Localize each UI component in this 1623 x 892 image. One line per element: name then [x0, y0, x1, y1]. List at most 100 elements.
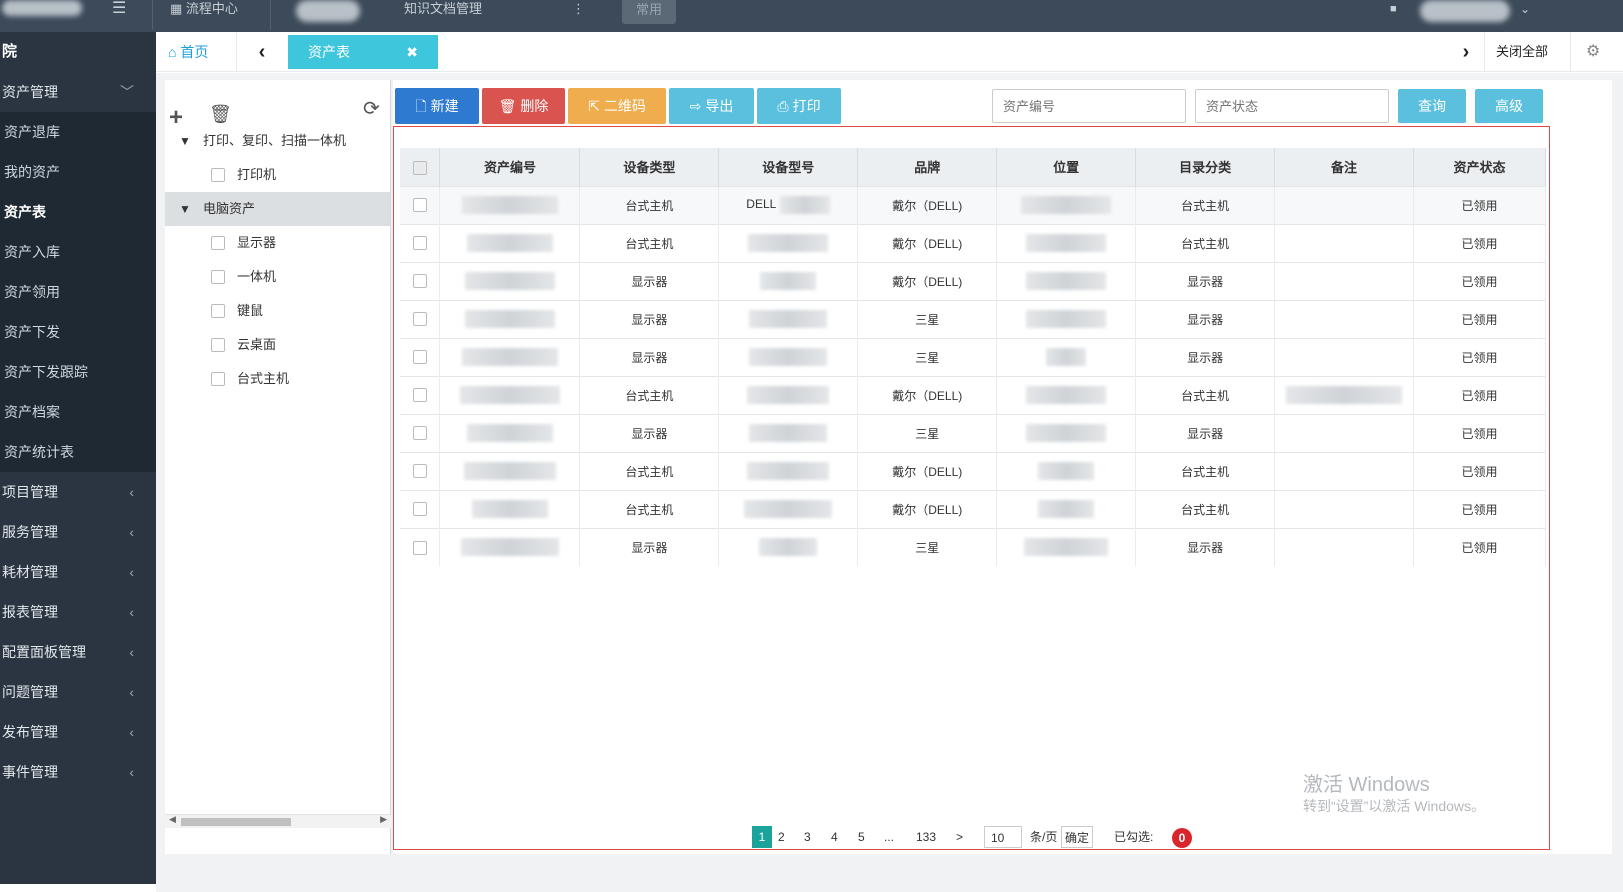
tree-node-selected[interactable]: ▼ 电脑资产 [165, 192, 390, 226]
row-checkbox[interactable] [412, 464, 427, 479]
new-button[interactable]: 🗋 新建 [395, 88, 479, 124]
tree-leaf[interactable]: 打印机 [165, 158, 390, 192]
query-button[interactable]: 查询 [1398, 89, 1466, 123]
sidebar-item[interactable]: 我的资产 [0, 152, 156, 192]
qrcode-button[interactable]: ⇱ 二维码 [568, 88, 666, 124]
row-checkbox[interactable] [412, 198, 427, 213]
column-header[interactable]: 目录分类 [1135, 148, 1276, 186]
sidebar-group[interactable]: 事件管理 ‹ [0, 752, 156, 792]
column-header[interactable]: 设备型号 [718, 148, 859, 186]
tree-leaf[interactable]: 云桌面 [165, 328, 390, 362]
row-checkbox[interactable] [412, 502, 427, 517]
scrollbar-thumb[interactable] [181, 818, 291, 826]
column-header[interactable]: 资产编号 [439, 148, 581, 186]
sidebar-item[interactable]: 资产入库 [0, 232, 156, 272]
page-button[interactable]: 4 [831, 826, 838, 848]
sidebar-group[interactable]: 发布管理 ‹ [0, 712, 156, 752]
nav-common[interactable]: 常用 [622, 0, 676, 24]
table-row[interactable]: 台式主机 DELL 戴尔（DELL) 台式主机 已领用 [400, 185, 1546, 224]
sidebar-group[interactable]: 耗材管理 ‹ [0, 552, 156, 592]
page-button[interactable]: 3 [804, 826, 811, 848]
chevron-down-icon[interactable]: ⌄ [1520, 0, 1530, 24]
table-row[interactable]: 显示器 三星 显示器 已领用 [400, 337, 1546, 376]
tree-leaf[interactable]: 一体机 [165, 260, 390, 294]
page-button[interactable]: 5 [858, 826, 865, 848]
sidebar-item-active[interactable]: 资产表 [0, 192, 156, 232]
column-header[interactable]: 资产状态 [1413, 148, 1546, 186]
asset-code-search-input[interactable] [992, 89, 1186, 123]
next-page-button[interactable]: > [956, 826, 963, 848]
horizontal-scrollbar[interactable]: ◀ ▶ [165, 814, 391, 828]
table-row[interactable]: 显示器 戴尔（DELL) 显示器 已领用 [400, 261, 1546, 300]
sidebar-item[interactable]: 资产退库 [0, 112, 156, 152]
tree-checkbox[interactable] [211, 338, 225, 352]
sidebar-group-assets[interactable]: 资产管理 ﹀ [0, 72, 156, 112]
sidebar-group[interactable]: 服务管理 ‹ [0, 512, 156, 552]
nav-knowledge-docs[interactable]: 知识文档管理 [404, 0, 482, 24]
table-row[interactable]: 显示器 三星 显示器 已领用 [400, 527, 1546, 566]
sidebar-group[interactable]: 问题管理 ‹ [0, 672, 156, 712]
menu-toggle-icon[interactable]: ☰ [112, 0, 126, 24]
tree-checkbox[interactable] [211, 236, 225, 250]
scroll-right-icon[interactable]: ▶ [380, 814, 387, 825]
close-all-tabs-button[interactable]: 关闭全部 [1496, 32, 1548, 72]
page-button-current[interactable]: 1 [752, 826, 772, 848]
column-header[interactable]: 设备类型 [579, 148, 720, 186]
page-confirm-button[interactable]: 确定 [1061, 826, 1093, 848]
tree-checkbox[interactable] [211, 304, 225, 318]
tree-checkbox[interactable] [211, 372, 225, 386]
tree-node[interactable]: ▼ 打印、复印、扫描一体机 [165, 124, 390, 158]
page-size-input[interactable]: 10 [984, 826, 1022, 848]
asset-status-search-input[interactable] [1195, 89, 1389, 123]
column-header[interactable]: 备注 [1274, 148, 1415, 186]
page-button[interactable]: 133 [916, 826, 936, 848]
sidebar-group[interactable]: 报表管理 ‹ [0, 592, 156, 632]
tree-checkbox[interactable] [211, 168, 225, 182]
tree-leaf[interactable]: 键鼠 [165, 294, 390, 328]
tab-next-icon[interactable]: › [1456, 38, 1476, 66]
tree-leaf[interactable]: 显示器 [165, 226, 390, 260]
row-checkbox[interactable] [412, 350, 427, 365]
delete-button[interactable]: 🗑 删除 [482, 88, 565, 124]
sidebar-item[interactable]: 资产下发跟踪 [0, 352, 156, 392]
advanced-search-button[interactable]: 高级 [1475, 89, 1543, 123]
gear-icon[interactable]: ⚙ [1586, 32, 1600, 72]
table-row[interactable]: 显示器 三星 显示器 已领用 [400, 299, 1546, 338]
sidebar-item[interactable]: 资产领用 [0, 272, 156, 312]
sidebar-group[interactable]: 项目管理 ‹ [0, 472, 156, 512]
table-row[interactable]: 台式主机 戴尔（DELL) 台式主机 已领用 [400, 375, 1546, 414]
tree-checkbox[interactable] [211, 270, 225, 284]
trash-icon[interactable]: 🗑 [209, 104, 232, 125]
export-button[interactable]: ⇨ 导出 [669, 88, 754, 124]
nav-flow-center[interactable]: ▦ 流程中心 [170, 0, 238, 24]
more-icon[interactable]: ⋮ [572, 0, 585, 24]
tree-leaf[interactable]: 台式主机 [165, 362, 390, 396]
row-checkbox[interactable] [412, 426, 427, 441]
table-row[interactable]: 台式主机 戴尔（DELL) 台式主机 已领用 [400, 489, 1546, 528]
table-row[interactable]: 显示器 三星 显示器 已领用 [400, 413, 1546, 452]
sidebar-group[interactable]: 配置面板管理 ‹ [0, 632, 156, 672]
table-row[interactable]: 台式主机 戴尔（DELL) 台式主机 已领用 [400, 223, 1546, 262]
sidebar-item[interactable]: 资产档案 [0, 392, 156, 432]
close-icon[interactable]: ✖ [406, 35, 418, 69]
row-checkbox[interactable] [412, 236, 427, 251]
row-checkbox[interactable] [412, 274, 427, 289]
row-checkbox[interactable] [412, 540, 427, 555]
select-all-checkbox[interactable] [412, 160, 427, 175]
scroll-left-icon[interactable]: ◀ [169, 814, 176, 825]
column-header[interactable]: 品牌 [857, 148, 998, 186]
tab-prev-icon[interactable]: ‹ [252, 38, 272, 66]
sidebar-item[interactable]: 资产统计表 [0, 432, 156, 472]
tab-home[interactable]: ⌂ 首页 [168, 40, 208, 64]
table-row[interactable]: 台式主机 戴尔（DELL) 台式主机 已领用 [400, 451, 1546, 490]
caret-down-icon[interactable]: ▼ [179, 192, 191, 226]
sidebar-item[interactable]: 资产下发 [0, 312, 156, 352]
row-checkbox[interactable] [412, 312, 427, 327]
tab-asset-table[interactable]: 资产表 ✖ [288, 35, 438, 69]
refresh-icon[interactable]: ⟳ [363, 96, 380, 121]
page-button[interactable]: 2 [778, 826, 785, 848]
row-checkbox[interactable] [412, 388, 427, 403]
lock-icon[interactable]: ■ [1390, 0, 1397, 24]
print-button[interactable]: ⎙ 打印 [757, 88, 841, 124]
column-header[interactable]: 位置 [996, 148, 1137, 186]
